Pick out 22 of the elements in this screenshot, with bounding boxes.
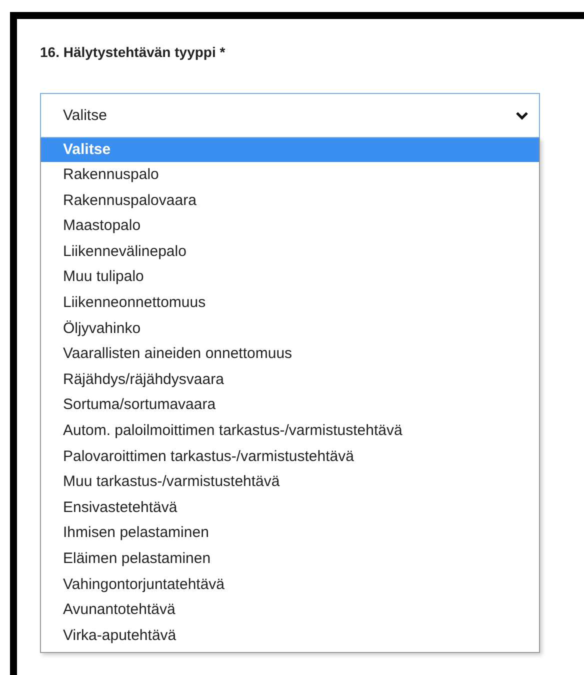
- dropdown-option[interactable]: Muu tulipalo: [41, 264, 539, 290]
- dropdown-option[interactable]: Räjähdys/räjähdysvaara: [41, 366, 539, 392]
- dropdown-option[interactable]: Muu tarkastus-/varmistustehtävä: [41, 469, 539, 495]
- dropdown-option[interactable]: Rakennuspalovaara: [41, 188, 539, 214]
- chevron-down-icon: [515, 110, 529, 120]
- dropdown-option[interactable]: Maastopalo: [41, 213, 539, 239]
- dropdown-option[interactable]: Ihmisen pelastaminen: [41, 520, 539, 546]
- dropdown-option[interactable]: Sortuma/sortumavaara: [41, 392, 539, 418]
- dropdown-option[interactable]: Vaarallisten aineiden onnettomuus: [41, 341, 539, 367]
- dropdown-option[interactable]: Rakennuspalo: [41, 162, 539, 188]
- dropdown-option[interactable]: Öljyvahinko: [41, 316, 539, 342]
- select-field[interactable]: Valitse: [40, 93, 540, 138]
- dropdown-option[interactable]: Liikennevälinepalo: [41, 238, 539, 264]
- dropdown-option[interactable]: Vahingontorjuntatehtävä: [41, 572, 539, 598]
- dropdown-option[interactable]: Palovaroittimen tarkastus-/varmistustehtävä: [41, 444, 539, 470]
- dropdown-option[interactable]: Eläimen pelastaminen: [41, 546, 539, 572]
- dropdown-option[interactable]: Autom. paloilmoittimen tarkastus-/varmistustehtävä: [41, 418, 539, 444]
- dropdown-option[interactable]: Avunantotehtävä: [41, 597, 539, 623]
- dropdown-option[interactable]: Ensivastetehtävä: [41, 494, 539, 520]
- question-label: 16. Hälytystehtävän tyyppi *: [40, 44, 226, 60]
- dropdown-option[interactable]: Virka-aputehtävä: [41, 622, 539, 648]
- dropdown-option[interactable]: Liikenneonnettomuus: [41, 290, 539, 316]
